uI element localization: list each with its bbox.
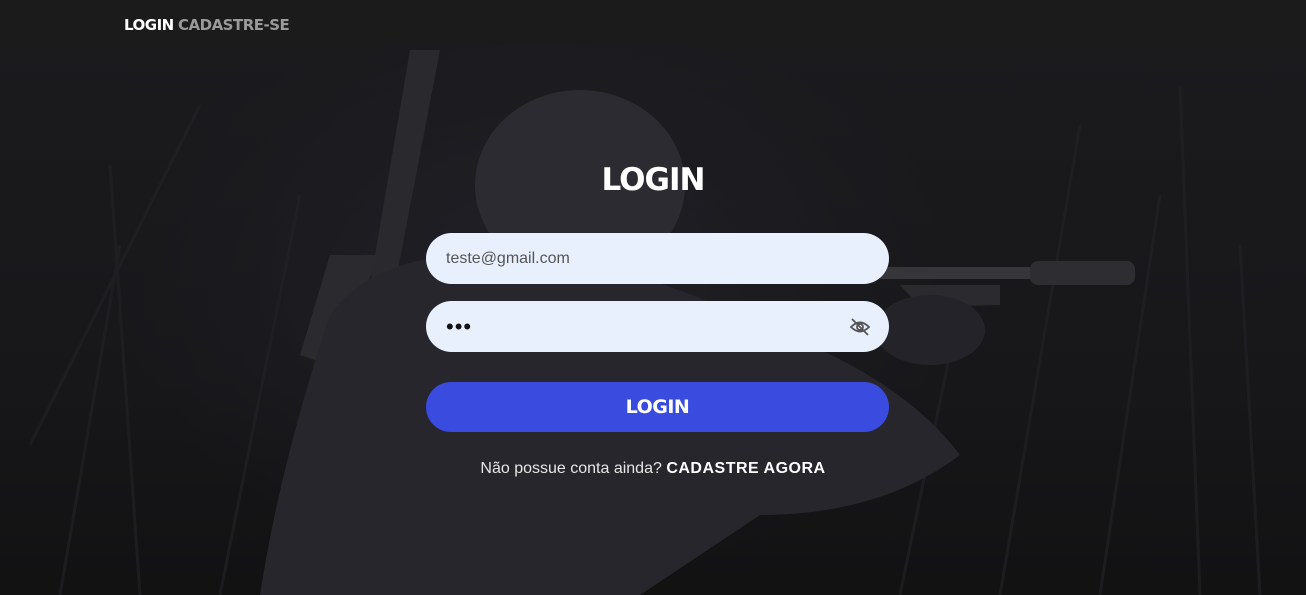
signup-now-link[interactable]: CADASTRE AGORA [666,460,825,477]
password-field [426,301,889,352]
nav-login-link[interactable]: LOGIN [124,16,174,34]
email-field [426,233,889,284]
password-input[interactable] [446,301,846,352]
top-navbar: LOGIN CADASTRE-SE [0,0,1306,45]
signup-prompt: Não possue conta ainda? CADASTRE AGORA [0,460,1306,478]
eye-off-icon[interactable] [849,317,871,337]
login-button[interactable]: LOGIN [426,382,889,432]
email-input[interactable] [446,233,846,284]
nav-signup-link[interactable]: CADASTRE-SE [178,16,290,34]
no-account-text: Não possue conta ainda? [480,460,662,477]
login-title: LOGIN [601,162,706,198]
